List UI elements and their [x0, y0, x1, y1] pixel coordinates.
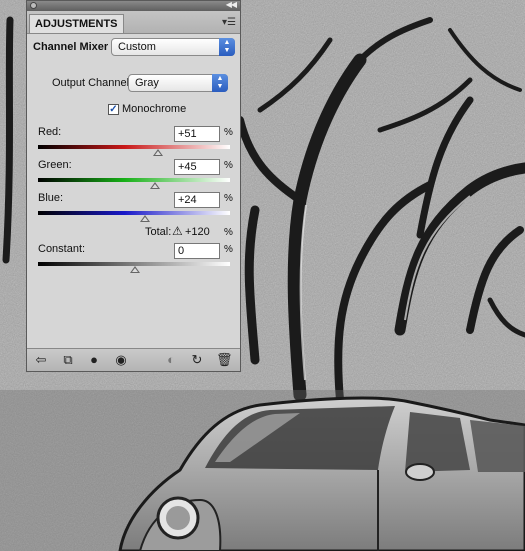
trash-icon[interactable]: 🗑	[216, 352, 233, 368]
red-slider-track[interactable]	[38, 145, 230, 149]
output-channel-select[interactable]: Gray ▲ ▼	[128, 74, 228, 92]
blue-slider-thumb[interactable]	[140, 215, 150, 222]
monochrome-checkbox[interactable]: ✓	[108, 104, 119, 115]
constant-unit: %	[224, 244, 233, 255]
constant-slider-thumb[interactable]	[130, 266, 140, 273]
constant-value-field[interactable]: 0	[174, 243, 220, 259]
clip-to-layer-icon[interactable]: ●	[86, 352, 102, 368]
green-slider-thumb[interactable]	[150, 182, 160, 189]
visibility-eye-icon[interactable]: ◉	[113, 352, 129, 368]
preset-select[interactable]: Custom ▲ ▼	[111, 38, 235, 56]
total-label: Total:	[145, 226, 172, 238]
blue-unit: %	[224, 193, 233, 204]
panel-footer: ⇦ ⧉ ● ◉ ◐ ↻ 🗑	[27, 348, 240, 371]
view-previous-state-icon[interactable]: ◐	[163, 352, 179, 368]
chevron-updown-icon: ▲ ▼	[212, 74, 228, 92]
red-slider-thumb[interactable]	[153, 149, 163, 156]
tab-adjustments[interactable]: ADJUSTMENTS	[29, 14, 124, 33]
collapse-arrows-icon[interactable]: ◀◀	[226, 0, 237, 9]
panel-tab-row: ADJUSTMENTS ▾☰	[27, 11, 240, 34]
red-unit: %	[224, 127, 233, 138]
close-icon[interactable]	[30, 2, 37, 9]
blue-value-field[interactable]: +24	[174, 192, 220, 208]
adjustments-panel: ◀◀ ADJUSTMENTS ▾☰ Channel Mixer Custom ▲…	[26, 0, 241, 372]
chevron-updown-icon: ▲ ▼	[219, 38, 235, 56]
output-channel-label: Output Channel:	[52, 77, 133, 89]
total-value: +120	[185, 226, 210, 238]
blue-label: Blue:	[38, 192, 64, 204]
red-value-field[interactable]: +51	[174, 126, 220, 142]
total-unit: %	[224, 227, 233, 238]
green-unit: %	[224, 160, 233, 171]
blue-slider-track[interactable]	[38, 211, 230, 215]
output-channel-value: Gray	[135, 77, 159, 89]
warning-icon: ⚠	[172, 224, 183, 238]
constant-label: Constant:	[38, 243, 86, 255]
green-value-field[interactable]: +45	[174, 159, 220, 175]
expand-view-icon[interactable]: ⧉	[60, 352, 76, 368]
red-label: Red:	[38, 126, 62, 138]
green-slider-track[interactable]	[38, 178, 230, 182]
back-arrow-icon[interactable]: ⇦	[33, 352, 49, 368]
panel-titlebar[interactable]: ◀◀	[27, 0, 240, 11]
reset-icon[interactable]: ↻	[189, 352, 205, 368]
monochrome-label: Monochrome	[122, 103, 187, 115]
panel-menu-icon[interactable]: ▾☰	[222, 17, 236, 28]
preset-select-value: Custom	[118, 41, 156, 53]
adjustment-name: Channel Mixer	[33, 41, 109, 53]
green-label: Green:	[38, 159, 72, 171]
